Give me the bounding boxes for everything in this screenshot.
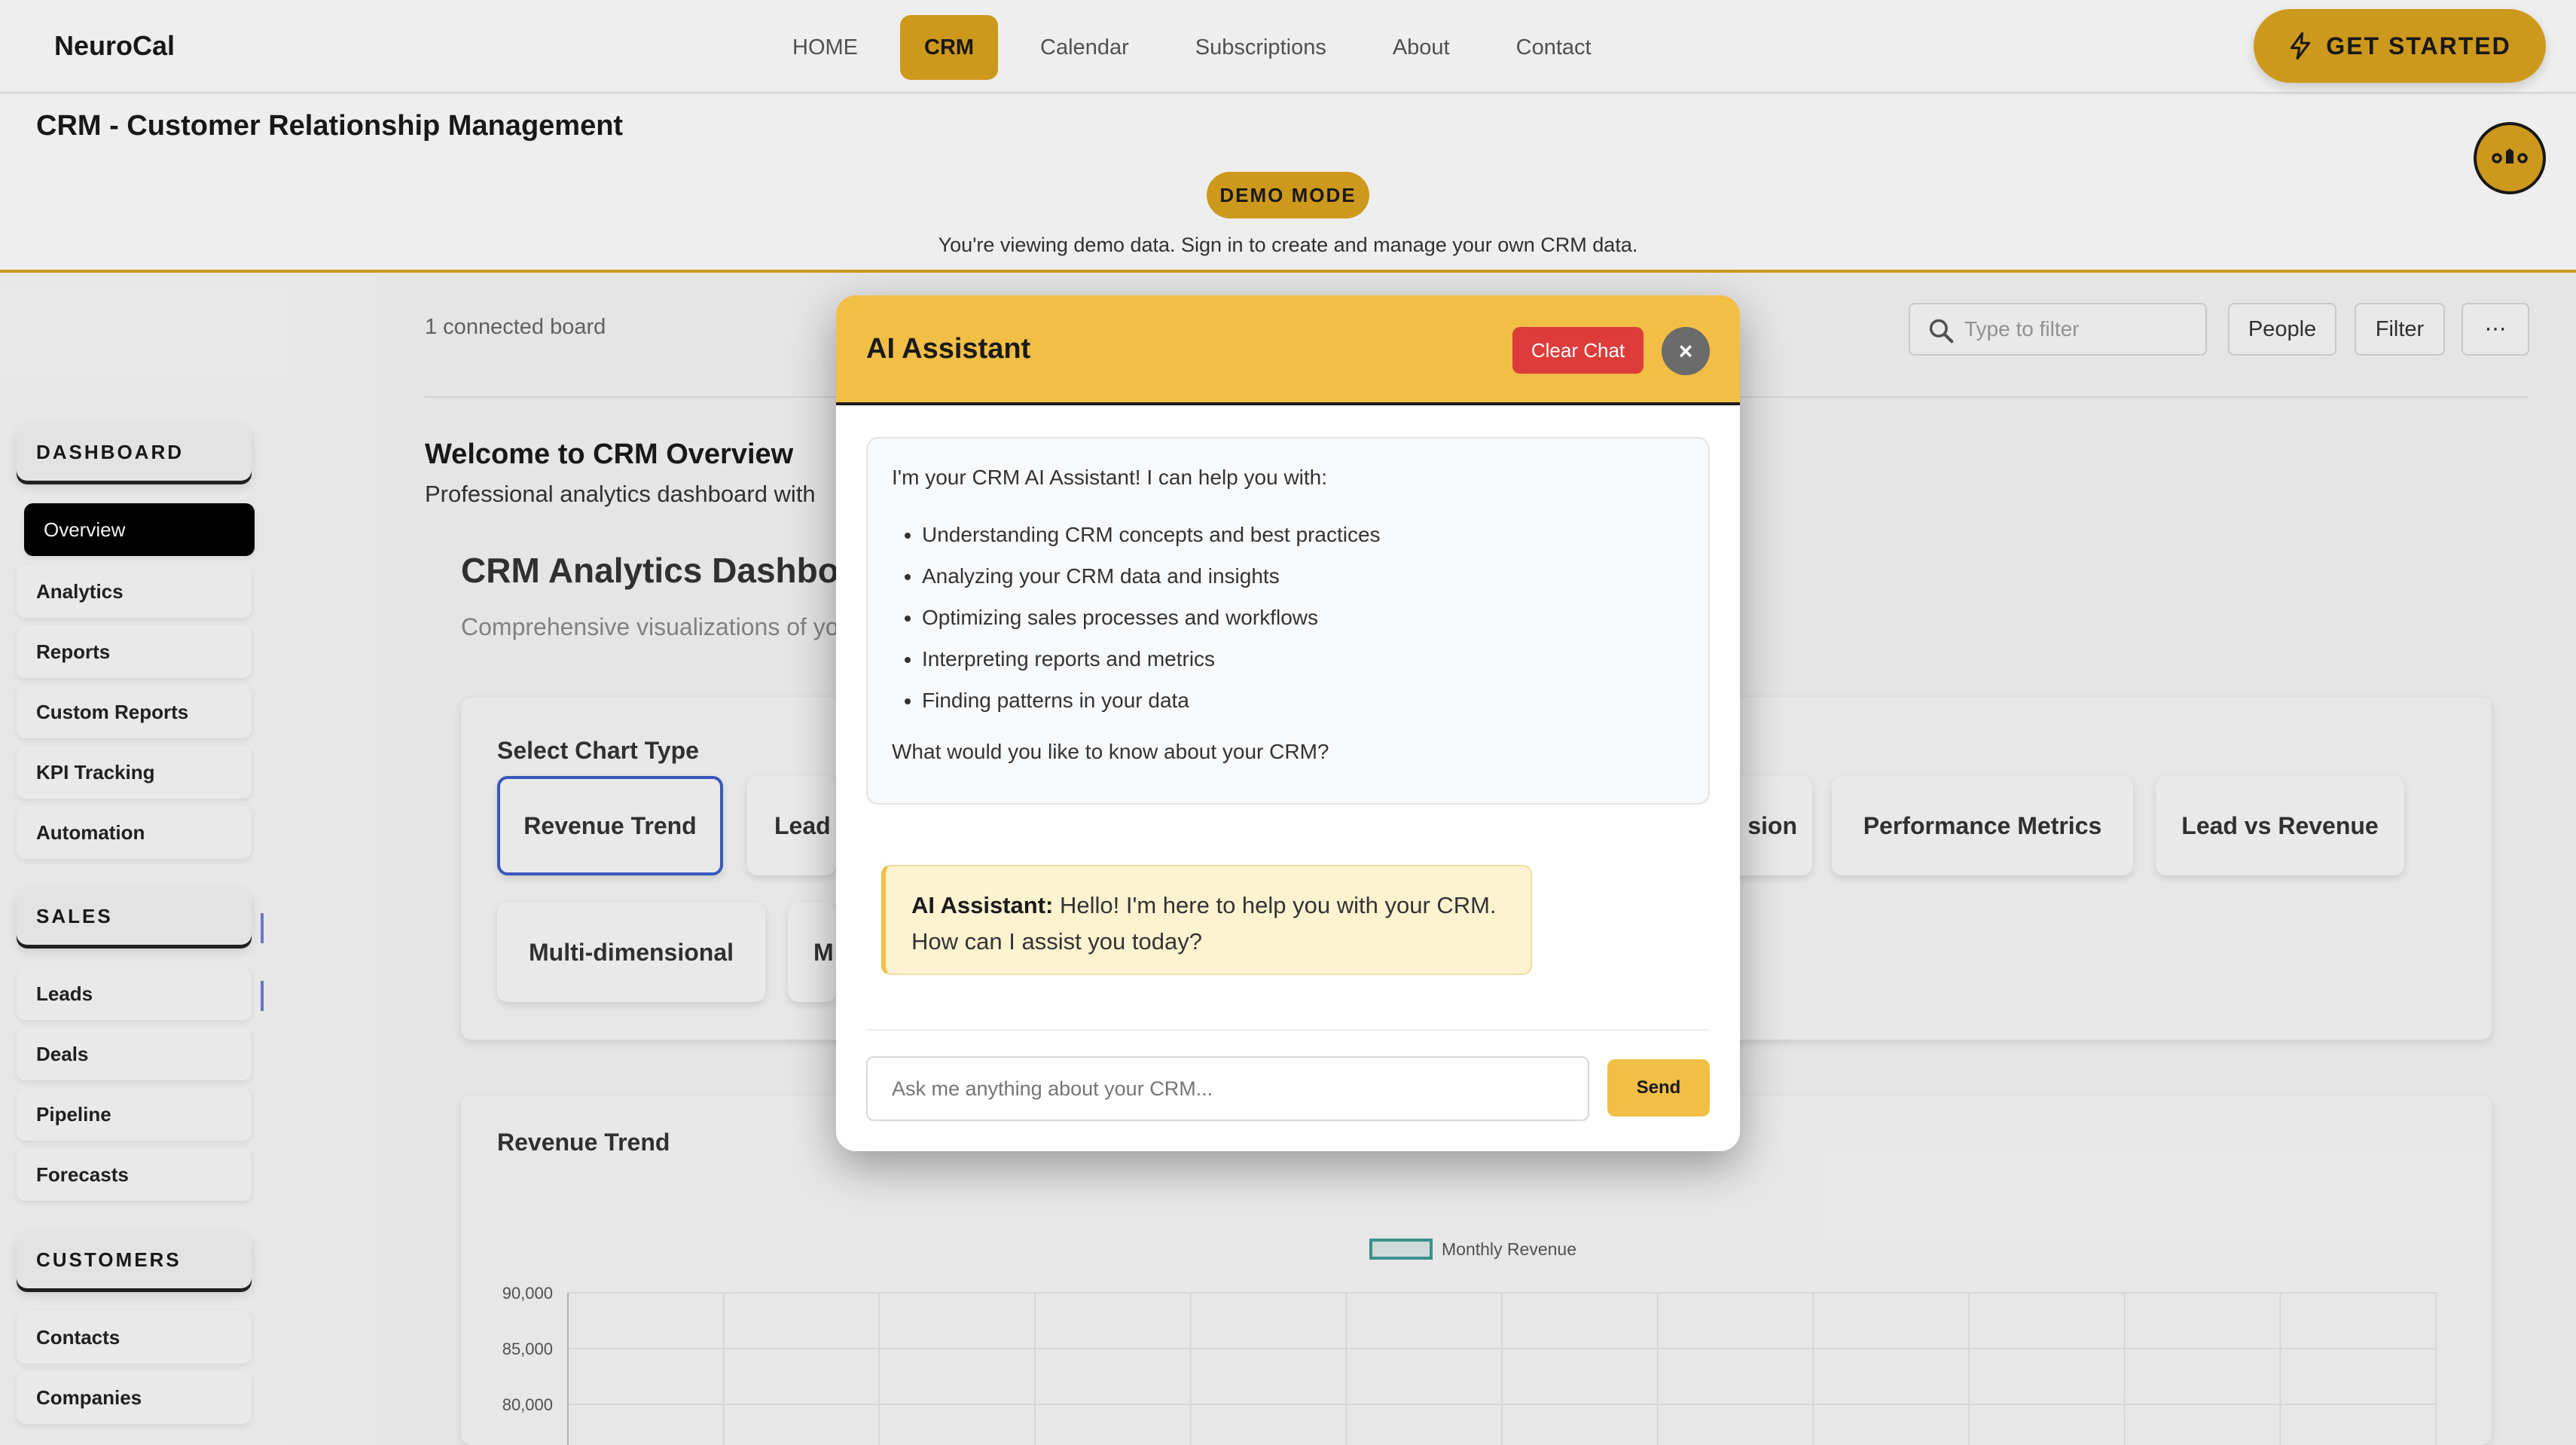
list-item: Optimizing sales processes and workflows	[922, 597, 1381, 638]
intro-text: I'm your CRM AI Assistant! I can help yo…	[892, 466, 1328, 489]
ai-assistant-modal: AI Assistant Clear Chat × I'm your CRM A…	[836, 295, 1740, 1151]
assistant-message: AI Assistant: Hello! I'm here to help yo…	[881, 865, 1532, 975]
chat-input[interactable]	[866, 1056, 1589, 1121]
list-item: Interpreting reports and metrics	[922, 638, 1381, 680]
modal-header: AI Assistant Clear Chat ×	[836, 295, 1740, 405]
intro-question: What would you like to know about your C…	[892, 740, 1329, 763]
list-item: Understanding CRM concepts and best prac…	[922, 514, 1381, 555]
list-item: Analyzing your CRM data and insights	[922, 555, 1381, 597]
list-item: Finding patterns in your data	[922, 680, 1381, 721]
divider	[866, 1029, 1710, 1031]
modal-title: AI Assistant	[866, 333, 1031, 365]
clear-chat-button[interactable]: Clear Chat	[1512, 327, 1644, 374]
message-sender: AI Assistant:	[911, 892, 1054, 918]
assistant-intro: I'm your CRM AI Assistant! I can help yo…	[866, 437, 1710, 805]
capabilities-list: Understanding CRM concepts and best prac…	[922, 514, 1381, 721]
send-button[interactable]: Send	[1607, 1059, 1710, 1117]
close-icon[interactable]: ×	[1662, 327, 1710, 375]
